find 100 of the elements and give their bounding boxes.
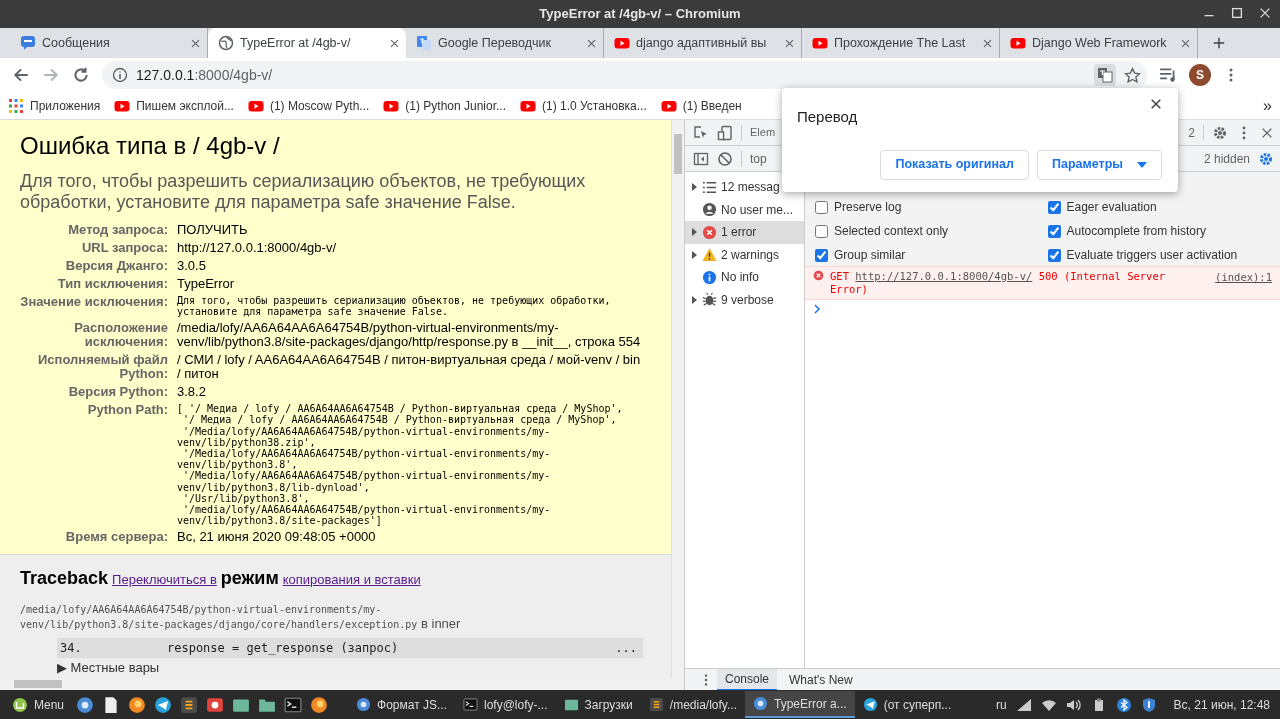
checkbox[interactable] [1047, 224, 1061, 238]
taskbar-button[interactable]: lofy@lofy-... [455, 691, 556, 718]
switch-link[interactable]: Переключиться в [112, 570, 217, 590]
sidebar-item[interactable]: No user me... [685, 198, 804, 221]
translate-icon [416, 35, 432, 51]
user-icon [702, 202, 717, 218]
bookmark[interactable]: (1) 1.0 Установка... [520, 96, 647, 115]
field-label: Python Path: [20, 401, 177, 529]
info-icon [702, 269, 717, 285]
bluetooth-icon[interactable] [1115, 696, 1132, 713]
field-label: Расположение исключения: [20, 319, 177, 352]
request-link[interactable]: http://127.0.0.1:8000/4gb-v/ [855, 270, 1033, 282]
options-dropdown[interactable]: Параметры [1037, 149, 1162, 180]
vertical-scrollbar[interactable] [671, 120, 684, 678]
traceback-heading: Traceback [20, 567, 109, 591]
taskbar-button[interactable]: (от суперп... [854, 691, 960, 718]
clock[interactable]: Вс, 21 июн, 12:48 [1173, 695, 1270, 714]
taskbar-button[interactable]: Загрузки [555, 691, 641, 718]
copy-paste-link[interactable]: копирования и вставки [282, 570, 421, 590]
device-icon[interactable] [717, 124, 733, 141]
checkbox-label: Evaluate triggers user activation [1066, 247, 1238, 264]
shield-icon[interactable] [1140, 696, 1157, 713]
close-icon[interactable] [982, 37, 993, 49]
error-icon [702, 224, 717, 240]
close-icon[interactable] [586, 37, 597, 49]
bookmark[interactable]: (1) Введен [660, 96, 742, 115]
checkbox[interactable] [815, 248, 828, 262]
field-label: Исполняемый файл Python: [20, 351, 177, 384]
source-link[interactable]: (index):1 [1215, 270, 1272, 286]
browser-icon[interactable] [128, 695, 147, 714]
video-icon [1010, 35, 1026, 51]
field-value: /media/lofy/AA6A64AA6A64754B/python-virtual-environments/my-venv/lib/python3.8/site-packages/django/http/response.py в __init__, строка 554 [177, 319, 642, 352]
warning-icon [702, 247, 717, 263]
bookmark[interactable]: Пишем эксплой... [114, 96, 234, 115]
reload-icon[interactable] [72, 66, 90, 84]
settings-icon[interactable] [1258, 150, 1274, 167]
translate-button[interactable] [1094, 64, 1116, 86]
browser-icon[interactable] [310, 695, 329, 714]
more-bookmarks-button[interactable]: » [1263, 93, 1272, 118]
menu-button[interactable]: Menu [4, 691, 73, 718]
app-icon[interactable] [180, 695, 199, 714]
checkbox[interactable] [815, 224, 828, 238]
bookmark[interactable]: Приложения [8, 96, 101, 115]
paper-plane-icon[interactable] [154, 695, 173, 714]
close-icon[interactable] [784, 37, 795, 49]
checkbox[interactable] [815, 200, 828, 214]
inspect-icon[interactable] [693, 124, 709, 141]
taskbar-button[interactable]: Формат JS... [348, 691, 455, 718]
sidebar-item[interactable]: 12 messag [685, 176, 804, 199]
sidebar-item[interactable]: 1 error [685, 221, 804, 244]
browser-tab[interactable]: TypeError at /4gb-v/ [208, 28, 406, 58]
prompt-icon[interactable] [813, 304, 821, 314]
taskbar-button[interactable]: TypeError a... [744, 691, 855, 718]
field-label: Версия Джанго: [20, 256, 177, 275]
folder-icon [563, 697, 579, 712]
field-value: Для того, чтобы разрешить сериализацию объектов, не требующих обработки, установите для параметра safe значение False. [177, 293, 612, 319]
checkbox[interactable] [1047, 200, 1061, 214]
popup-title: Перевод [797, 107, 858, 127]
taskbar-button[interactable]: /media/lofy... [640, 691, 745, 718]
drawer-tab[interactable]: Console [717, 668, 778, 691]
network-icon[interactable] [1015, 696, 1032, 713]
keyboard-layout[interactable]: ru [995, 695, 1007, 714]
traceback-heading: режим [220, 567, 279, 591]
drawer-tab[interactable]: What's New [781, 668, 861, 691]
sidebar-item[interactable]: 2 warnings [685, 243, 804, 266]
sidebar-item[interactable]: No info [685, 266, 804, 289]
bookmark[interactable]: (1) Moscow Pyth... [247, 96, 370, 115]
close-icon[interactable] [1180, 37, 1191, 49]
url-text: 127.0.0.1:8000/4gb-v/ [136, 65, 273, 85]
elements-tab[interactable]: Elem [750, 124, 776, 141]
sidebar-item[interactable]: 9 verbose [685, 288, 804, 311]
horizontal-scrollbar[interactable] [0, 678, 684, 690]
clear-icon[interactable] [717, 150, 733, 167]
app-icon[interactable] [206, 695, 225, 714]
sidebar-toggle-icon[interactable] [693, 150, 709, 167]
issues-count[interactable]: 2 [1188, 123, 1195, 142]
close-icon[interactable] [1150, 98, 1162, 110]
bookmark[interactable]: (1) Python Junior... [383, 96, 507, 115]
local-vars-toggle[interactable]: ▶ Местные вары [57, 661, 651, 676]
expand-icon [690, 294, 698, 305]
field-value: http://127.0.0.1:8000/4gb-v/ [177, 238, 337, 257]
context-selector[interactable]: top [750, 149, 767, 168]
media-icon[interactable] [1159, 66, 1177, 84]
close-icon[interactable] [389, 37, 400, 49]
globe-icon [218, 35, 234, 51]
back-icon[interactable] [12, 66, 30, 84]
apps-icon [8, 97, 24, 114]
checkbox[interactable] [1047, 248, 1061, 262]
terminal-icon[interactable] [284, 695, 303, 714]
caret-icon [1137, 161, 1147, 168]
maximize-icon[interactable] [1230, 6, 1244, 20]
browser-icon[interactable] [76, 695, 95, 714]
new-tab-icon[interactable] [1212, 36, 1226, 50]
profile-avatar[interactable]: S [1189, 64, 1211, 86]
settings-icon[interactable] [1212, 124, 1228, 141]
close-icon[interactable] [190, 37, 201, 49]
field-value: Вс, 21 июня 2020 09:48:05 +0000 [177, 528, 377, 547]
address-bar[interactable]: 127.0.0.1:8000/4gb-v/ [102, 61, 1147, 89]
star-icon[interactable] [1124, 66, 1141, 84]
popup-button[interactable]: Показать оригинал [880, 149, 1029, 180]
